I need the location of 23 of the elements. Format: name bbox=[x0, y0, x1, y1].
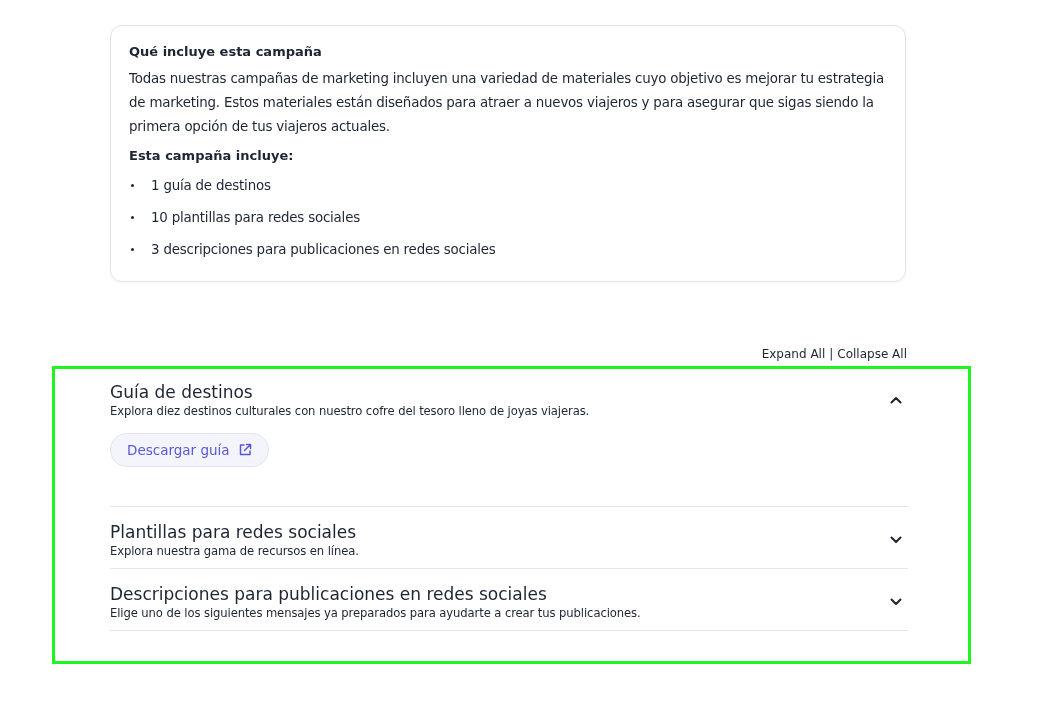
bullet-dot bbox=[131, 183, 134, 187]
chevron-down-icon[interactable] bbox=[890, 598, 902, 606]
bullet-dot bbox=[131, 215, 134, 219]
section-subtitle: Explora diez destinos culturales con nuestro cofre del tesoro lleno de joyas viajeras. bbox=[110, 403, 590, 419]
external-link-icon bbox=[237, 443, 252, 457]
collapse-all-link[interactable]: Collapse All bbox=[837, 346, 907, 362]
download-button[interactable]: Descargar guía bbox=[110, 433, 269, 467]
section-subtitle: Explora nuestra gama de recursos en línea. bbox=[110, 543, 359, 559]
chevron-up-icon[interactable] bbox=[890, 396, 902, 404]
summary-title: Qué incluye esta campaña bbox=[129, 43, 323, 61]
section-title[interactable]: Plantillas para redes sociales bbox=[110, 521, 359, 543]
separator: | bbox=[829, 346, 834, 362]
expand-all-link[interactable]: Expand All bbox=[761, 346, 826, 362]
summary-description: Todas nuestras campañas de marketing incluyen una variedad de materiales cuyo objetivo es mejorar tu estrategia de marketing. Estos materiales están diseñados para atraer a nuevos viajeros y para asegurar que sigas siendo la primera opción de tus viajeros actuales. bbox=[129, 70, 885, 136]
includes-heading: Esta campaña incluye: bbox=[129, 147, 295, 165]
list-item: 1 guía de destinos bbox=[151, 177, 271, 193]
section-title[interactable]: Guía de destinos bbox=[110, 381, 590, 403]
section-title[interactable]: Descripciones para publicaciones en redes sociales bbox=[110, 583, 641, 605]
chevron-down-icon[interactable] bbox=[890, 536, 902, 544]
bullet-dot bbox=[131, 247, 134, 251]
list-item: 3 descripciones para publicaciones en redes sociales bbox=[151, 241, 496, 257]
section-subtitle: Elige uno de los siguientes mensajes ya preparados para ayudarte a crear tus publicaciones. bbox=[110, 605, 641, 621]
list-item: 10 plantillas para redes sociales bbox=[151, 209, 360, 225]
